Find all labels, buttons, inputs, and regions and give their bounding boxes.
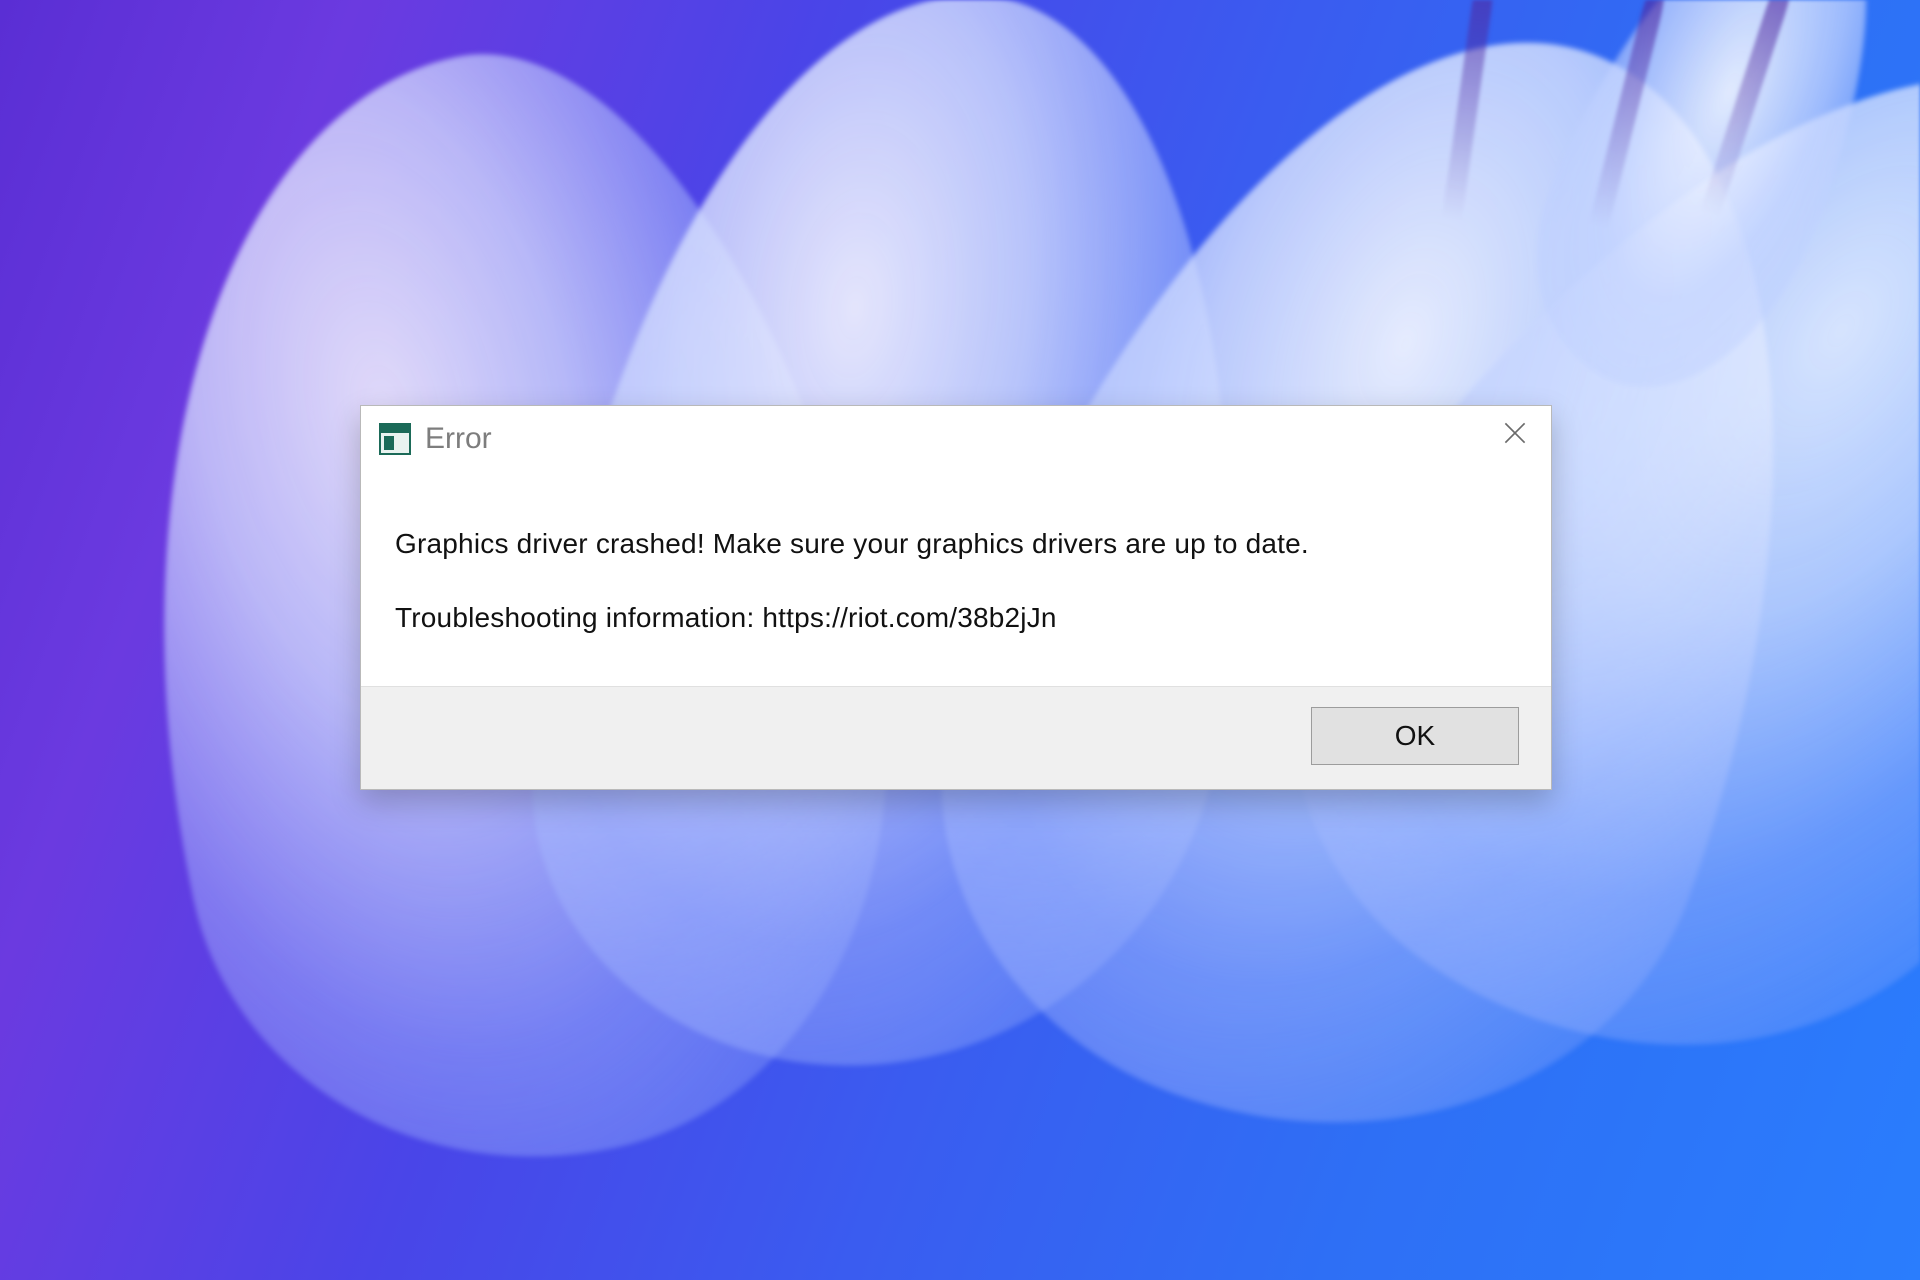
ok-button[interactable]: OK [1311,707,1519,765]
error-message-line2: Troubleshooting information: https://rio… [395,602,1517,634]
dialog-titlebar[interactable]: Error [361,406,1551,472]
dialog-title: Error [425,422,492,456]
close-icon [1504,422,1526,449]
error-message-line1: Graphics driver crashed! Make sure your … [395,528,1517,560]
error-dialog: Error Graphics driver crashed! Make sure… [360,405,1552,790]
close-button[interactable] [1479,406,1551,464]
app-icon [379,423,411,455]
dialog-button-row: OK [361,686,1551,789]
dialog-content: Graphics driver crashed! Make sure your … [361,472,1551,686]
